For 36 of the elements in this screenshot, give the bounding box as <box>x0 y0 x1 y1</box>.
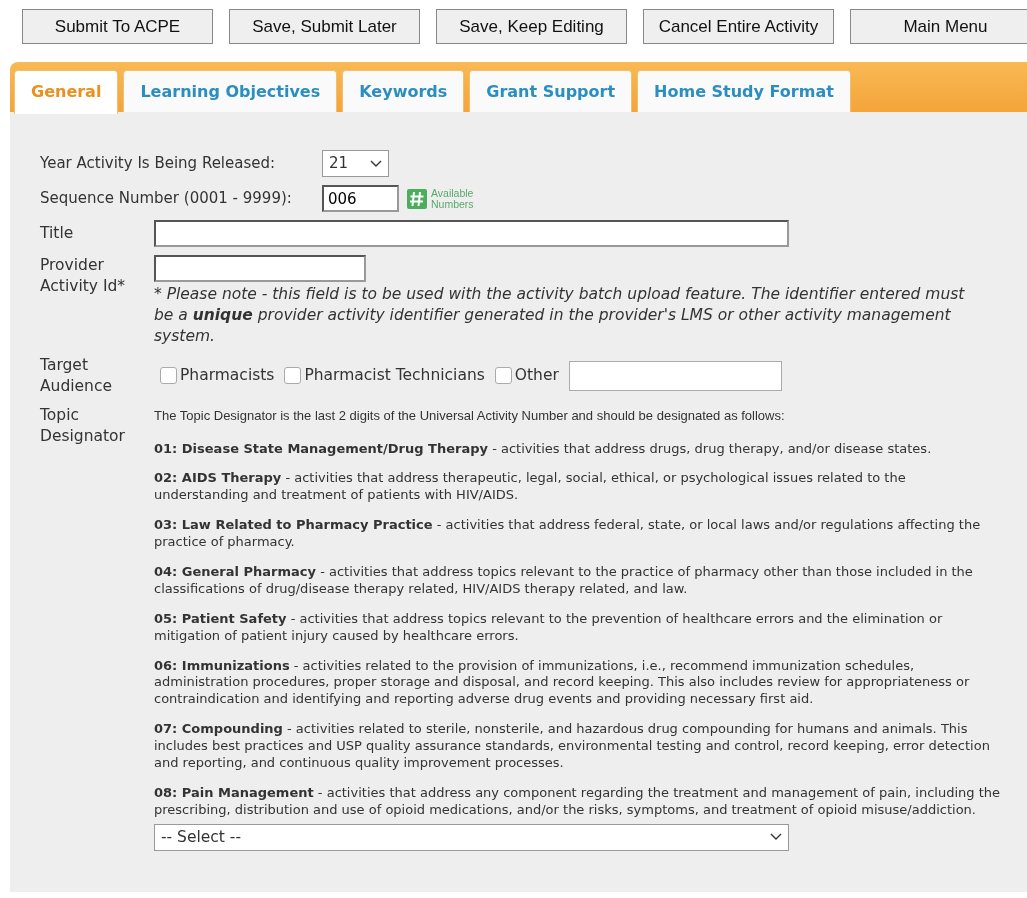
field-label: Topic Designator <box>40 404 126 447</box>
topic-select[interactable]: -- Select -- <box>154 823 789 851</box>
checkbox[interactable] <box>494 367 512 385</box>
chevron-down-icon <box>770 833 782 842</box>
toolbar-button[interactable]: Cancel Entire Activity <box>643 9 834 44</box>
topic-description: 04: General Pharmacy - activities that address topics relevant to the practice of pharmacy other than those included in the classifications of drug/disease therapy related, HIV/AIDS therapy related, and law. <box>154 563 974 598</box>
field-label: Target Audience <box>40 354 113 397</box>
field-label: Year Activity Is Being Released: <box>40 153 277 175</box>
topic-description: 07: Compounding - activities related to sterile, nonsterile, and hazardous drug compounding for humans and animals. This includes best practices and USP quality assurance standards, environmental testing and control, record keeping, error detection and reporting, and continuous quality improvement processes. <box>154 721 991 772</box>
toolbar-button[interactable]: Save, Keep Editing <box>436 9 627 44</box>
topic-description: 01: Disease State Management/Drug Therapy - activities that address drugs, drug therapy, and/or disease states. <box>154 440 933 458</box>
topic-description: 05: Patient Safety - activities that address topics relevant to the prevention of healthcare errors and the elimination or mitigation of patient injury caused by healthcare errors. <box>154 610 944 645</box>
checkbox-label[interactable]: Pharmacists <box>180 364 275 388</box>
topic-description: 03: Law Related to Pharmacy Practice - activities that address federal, state, or local laws and/or regulations affecting the practice of pharmacy. <box>154 517 982 551</box>
title-input[interactable] <box>154 220 789 247</box>
sequence-input[interactable]: 006 <box>322 185 399 212</box>
year-select[interactable]: 21 <box>322 150 389 177</box>
topic-description: 02: AIDS Therapy - activities that address therapeutic, legal, social, ethical, or psychological issues related to the understanding and treatment of patients with HIV/AIDS. <box>154 470 907 505</box>
hash-icon[interactable] <box>407 188 427 209</box>
toolbar-button[interactable]: Save, Submit Later <box>229 9 420 44</box>
toolbar-button[interactable]: Main Menu <box>850 9 1027 44</box>
field-label: Provider Activity Id* <box>40 255 127 297</box>
checkbox-label[interactable]: Other <box>514 364 559 388</box>
field-label: Title <box>40 223 75 244</box>
toolbar-button[interactable]: Submit To ACPE <box>22 9 213 44</box>
field-label: Sequence Number (0001 - 9999): <box>40 188 293 210</box>
intro-text: The Topic Designator is the last 2 digits of the Universal Activity Number and should be designated as follows: <box>154 406 786 425</box>
checkbox[interactable] <box>160 367 177 385</box>
other-input[interactable] <box>568 360 782 391</box>
checkbox-label[interactable]: Pharmacist Technicians <box>304 364 485 388</box>
topic-description: 06: Immunizations - activities related to the provision of immunizations, i.e., recommend immunization schedules, administration procedures, proper storage and disposal, and record keeping. This also includes review for appropriateness or contraindication and identifying and reporting adverse drug events and providing necessary first aid. <box>154 657 971 709</box>
help-note: * Please note - this field is to be used with the activity batch upload feature. The identifier entered must be a unique provider activity identifier generated in the provider's LMS or other activity management system. <box>154 284 966 347</box>
checkbox[interactable] <box>284 367 302 385</box>
topic-description: 08: Pain Management - activities that address any component regarding the treatment and management of pain, including the prescribing, distribution and use of opioid medications, and/or the risks, symptoms, and treatment of opioid misuse/addiction. <box>154 784 1001 819</box>
chevron-down-icon <box>370 159 382 168</box>
provider-id-input[interactable] <box>154 255 366 282</box>
